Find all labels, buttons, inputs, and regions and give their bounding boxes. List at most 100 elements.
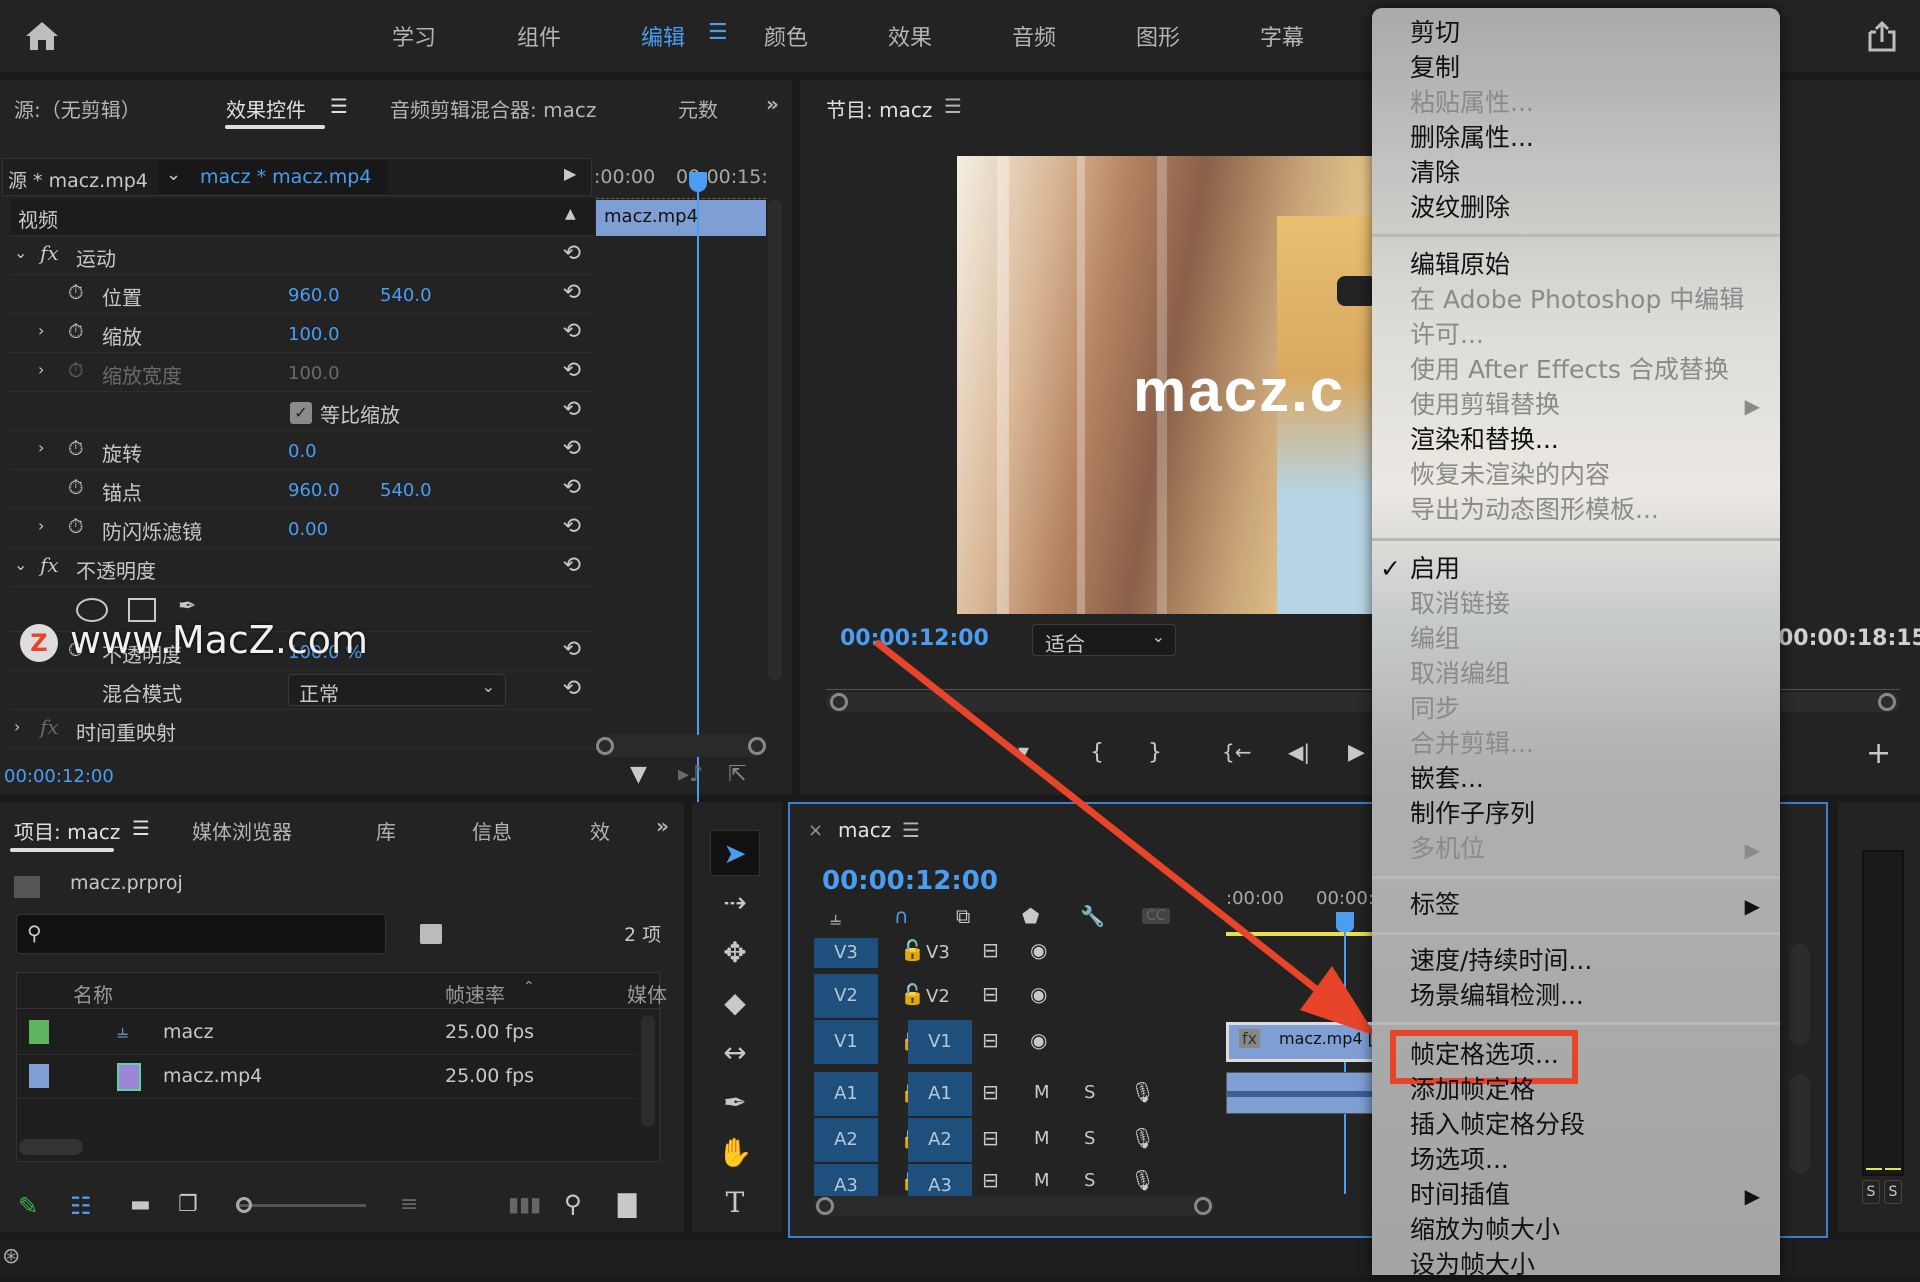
reset-icon[interactable]: ⟲	[563, 397, 581, 422]
stopwatch-icon[interactable]: ⏱	[68, 436, 84, 460]
automate-icon[interactable]: ▮▮▮	[508, 1192, 541, 1216]
export-icon[interactable]: ⇱	[728, 762, 746, 787]
solo-button[interactable]: S	[1084, 1082, 1095, 1103]
track-target-a3[interactable]: A3	[814, 1164, 878, 1196]
tab-project[interactable]: 项目: macz	[14, 816, 120, 845]
tab-info[interactable]: 信息	[472, 816, 512, 845]
rotation-value[interactable]: 0.0	[288, 441, 317, 462]
list-item[interactable]: ⫨ macz 25.00 fps	[17, 1011, 637, 1055]
pen-mask-icon[interactable]: ✒	[178, 594, 196, 619]
panel-menu-icon[interactable]: ☰	[330, 94, 348, 118]
menu-item-speed-duration[interactable]: 速度/持续时间...	[1410, 944, 1592, 978]
effect-motion[interactable]: ⌄ fx 运动 ⟲	[10, 237, 595, 275]
program-timecode[interactable]: 00:00:12:00	[840, 626, 989, 651]
menu-item-edit-original[interactable]: 编辑原始	[1410, 248, 1510, 282]
reset-icon[interactable]: ⟲	[563, 514, 581, 539]
zoom-slider[interactable]	[236, 1197, 366, 1213]
track-target-v1[interactable]: V1	[814, 1020, 878, 1064]
creative-cloud-icon[interactable]: ⊛	[2, 1244, 20, 1269]
ripple-edit-tool-icon[interactable]: ✥	[710, 930, 760, 976]
microphone-icon[interactable]: 🎙	[1130, 1168, 1155, 1192]
expand-chevron-icon[interactable]: ⌄	[14, 555, 27, 574]
hand-tool-icon[interactable]: ✋	[710, 1130, 760, 1176]
sync-lock-icon[interactable]: ⊟	[982, 938, 999, 962]
sort-icon[interactable]: ≡	[400, 1192, 418, 1217]
find-in-folder-icon[interactable]	[420, 924, 442, 944]
more-tabs-icon[interactable]: »	[766, 92, 779, 116]
menu-item-insert-frame-hold-segment[interactable]: 插入帧定格分段	[1410, 1108, 1585, 1142]
more-tabs-icon[interactable]: »	[656, 814, 669, 838]
tab-metadata[interactable]: 元数	[678, 94, 718, 123]
effect-controls-timecode[interactable]: 00:00:12:00	[4, 766, 114, 787]
menu-item-make-subsequence[interactable]: 制作子序列	[1410, 797, 1535, 831]
workspace-tab-audio[interactable]: 音频	[1012, 20, 1056, 52]
menu-item-add-frame-hold[interactable]: 添加帧定格	[1410, 1073, 1535, 1107]
work-area-bar[interactable]	[1226, 932, 1386, 936]
linked-selection-icon[interactable]: ⧉	[956, 904, 970, 928]
reset-icon[interactable]: ⟲	[563, 475, 581, 500]
workspace-tab-assembly[interactable]: 组件	[517, 20, 561, 52]
blend-mode-dropdown[interactable]: 正常 ⌄	[288, 674, 506, 706]
source-patch-v1[interactable]: V1	[908, 1020, 972, 1064]
home-icon[interactable]	[22, 18, 62, 54]
track-select-tool-icon[interactable]: ⇢	[710, 880, 760, 926]
fx-icon[interactable]: fx	[40, 553, 59, 577]
reset-icon[interactable]: ⟲	[563, 241, 581, 266]
slip-tool-icon[interactable]: ↔	[710, 1030, 760, 1076]
mute-button[interactable]: M	[1034, 1082, 1050, 1103]
column-name-header[interactable]: 名称	[73, 979, 113, 1008]
tab-source[interactable]: 源:（无剪辑）	[14, 94, 141, 123]
anchor-y-value[interactable]: 540.0	[380, 480, 432, 501]
menu-item-render-replace[interactable]: 渲染和替换...	[1410, 423, 1559, 457]
mini-zoom-scrollbar[interactable]	[596, 735, 766, 757]
expand-chevron-icon[interactable]: ⌄	[14, 243, 27, 262]
settings-wrench-icon[interactable]: 🔧	[1080, 904, 1105, 928]
audio-tracks-scrollbar[interactable]	[1790, 1074, 1810, 1174]
go-to-in-icon[interactable]: {←	[1222, 740, 1251, 764]
freeform-view-icon[interactable]: ❐	[178, 1192, 198, 1217]
playhead-handle[interactable]	[689, 172, 707, 192]
workspace-tab-learn[interactable]: 学习	[392, 20, 436, 52]
reset-icon[interactable]: ⟲	[563, 637, 581, 662]
menu-item-scene-edit-detection[interactable]: 场景编辑检测...	[1410, 979, 1584, 1013]
effect-time-remap[interactable]: › fx 时间重映射	[10, 711, 595, 749]
add-button-icon[interactable]: +	[1866, 736, 1891, 771]
panel-menu-icon[interactable]: ☰	[902, 818, 920, 842]
solo-button[interactable]: S	[1084, 1170, 1095, 1191]
position-y-value[interactable]: 540.0	[380, 285, 432, 306]
track-target-a1[interactable]: A1	[814, 1072, 878, 1116]
track-target-a2[interactable]: A2	[814, 1118, 878, 1162]
microphone-icon[interactable]: 🎙	[1130, 1126, 1155, 1150]
lock-icon[interactable]: 🔓	[900, 938, 925, 962]
stopwatch-icon[interactable]: ⏱	[68, 475, 84, 499]
new-bin-icon[interactable]: ▇	[618, 1190, 636, 1218]
fit-dropdown[interactable]: 适合 ⌄	[1032, 624, 1176, 656]
reset-icon[interactable]: ⟲	[563, 436, 581, 461]
video-tracks-scrollbar[interactable]	[1790, 944, 1810, 1044]
pencil-icon[interactable]: ✎	[18, 1192, 38, 1220]
video-clip[interactable]: fx macz.mp4 [V]	[1226, 1022, 1391, 1062]
scale-value[interactable]: 100.0	[288, 324, 340, 345]
stopwatch-icon[interactable]: ⏱	[68, 280, 84, 304]
track-target-v2[interactable]: V2	[814, 974, 878, 1018]
menu-item-field-options[interactable]: 场选项...	[1410, 1143, 1509, 1177]
uniform-scale-checkbox[interactable]: ✓	[290, 402, 312, 424]
play-triangle-icon[interactable]: ▶	[564, 164, 576, 183]
menu-item-time-interpolation[interactable]: 时间插值	[1410, 1178, 1510, 1212]
tab-media-browser[interactable]: 媒体浏览器	[192, 816, 292, 845]
reset-icon[interactable]: ⟲	[563, 319, 581, 344]
tab-effects[interactable]: 效	[590, 816, 610, 845]
project-search-input[interactable]: ⚲	[16, 914, 386, 954]
expand-chevron-right-icon[interactable]: ›	[38, 516, 44, 535]
audio-clip[interactable]	[1226, 1072, 1387, 1114]
source-patch-a1[interactable]: A1	[908, 1072, 972, 1116]
stopwatch-icon[interactable]: ⏱	[68, 319, 84, 343]
tab-libraries[interactable]: 库	[376, 816, 396, 845]
mute-button[interactable]: M	[1034, 1170, 1050, 1191]
expand-chevron-right-icon[interactable]: ›	[38, 438, 44, 457]
effect-opacity[interactable]: ⌄ fx 不透明度 ⟲	[10, 549, 595, 587]
timeline-playhead-handle[interactable]	[1336, 912, 1354, 932]
reset-icon[interactable]: ⟲	[563, 553, 581, 578]
anti-flicker-value[interactable]: 0.00	[288, 519, 328, 540]
solo-left-button[interactable]: S	[1862, 1180, 1880, 1204]
